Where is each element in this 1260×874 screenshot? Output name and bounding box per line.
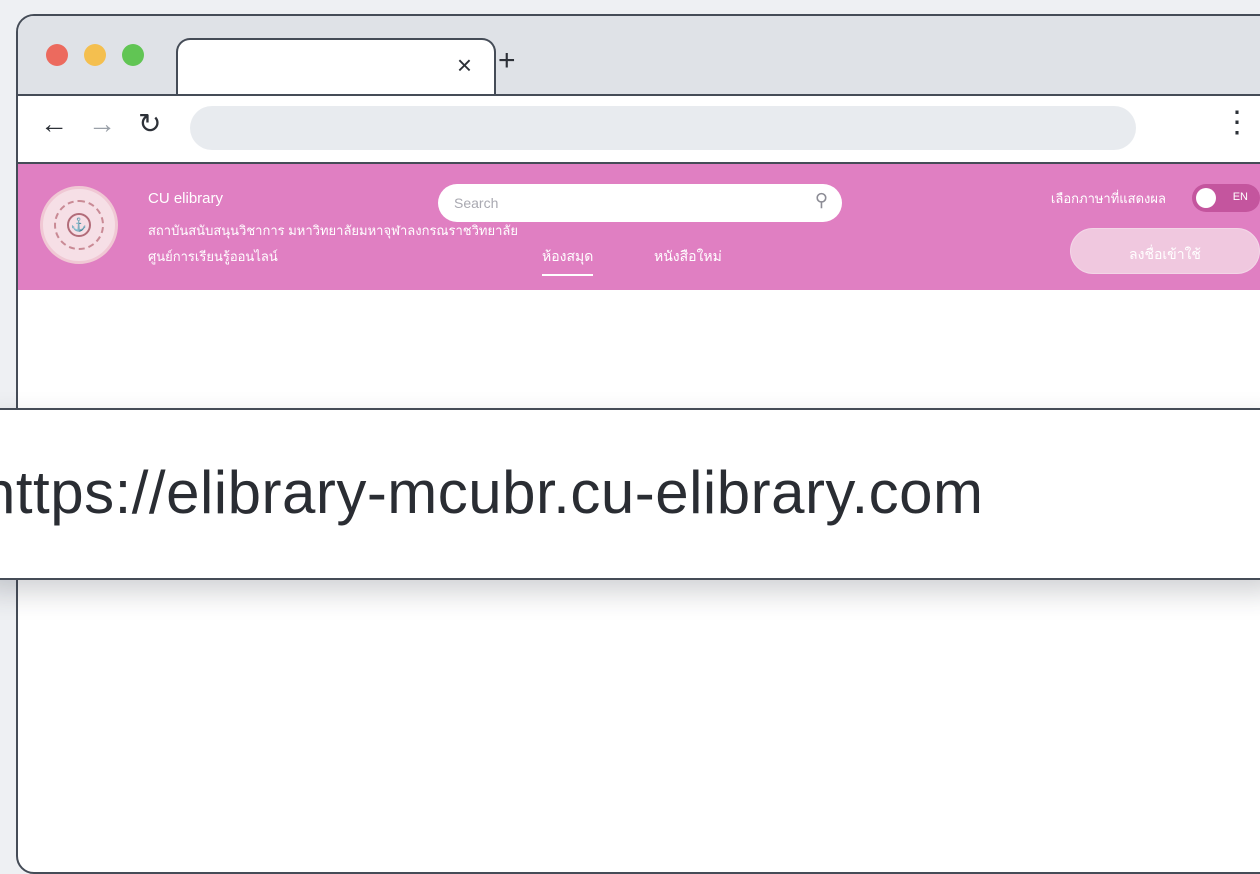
reload-icon[interactable]: ↻	[138, 110, 161, 138]
seal-emblem: ⚓	[67, 213, 91, 237]
toggle-label: EN	[1232, 191, 1248, 203]
site-header: ⚓ CU elibrary สถาบันสนับสนุนวิชาการ มหาว…	[18, 162, 1260, 290]
url-callout: https://elibrary-mcubr.cu-elibrary.com	[0, 408, 1260, 580]
kebab-menu-icon[interactable]: ⋮	[1222, 108, 1252, 138]
toggle-knob	[1196, 188, 1216, 208]
site-search-input[interactable]: Search ⚲	[438, 184, 842, 222]
university-seal-logo: ⚓	[40, 186, 118, 264]
close-window-button[interactable]	[46, 44, 68, 66]
site-brand-subtitle-2: ศูนย์การเรียนรู้ออนไลน์	[148, 249, 278, 264]
forward-arrow-icon[interactable]: →	[88, 110, 116, 138]
browser-toolbar: ← → ↻ ⋮	[18, 94, 1260, 160]
maximize-window-button[interactable]	[122, 44, 144, 66]
address-bar[interactable]	[190, 106, 1136, 150]
site-brand-subtitle: สถาบันสนับสนุนวิชาการ มหาวิทยาลัยมหาจุฬา…	[148, 223, 518, 238]
browser-tab[interactable]: ×	[176, 38, 496, 96]
minimize-window-button[interactable]	[84, 44, 106, 66]
nav-item-new-books[interactable]: หนังสือใหม่	[654, 246, 722, 268]
nav-item-library[interactable]: ห้องสมุด	[542, 246, 594, 276]
login-button[interactable]: ลงชื่อเข้าใช้	[1070, 228, 1260, 274]
language-toggle[interactable]: EN	[1192, 184, 1260, 212]
login-button-label: ลงชื่อเข้าใช้	[1129, 246, 1201, 262]
tab-strip: × +	[18, 16, 1260, 96]
url-callout-text: https://elibrary-mcubr.cu-elibrary.com	[0, 459, 984, 526]
close-icon[interactable]: ×	[457, 52, 472, 78]
new-tab-button[interactable]: +	[498, 46, 516, 76]
search-icon[interactable]: ⚲	[815, 190, 828, 211]
site-brand-name: CU elibrary	[148, 190, 224, 207]
language-label: เลือกภาษาที่แสดงผล	[1050, 191, 1166, 206]
back-arrow-icon[interactable]: ←	[40, 110, 68, 138]
search-placeholder: Search	[454, 195, 499, 211]
